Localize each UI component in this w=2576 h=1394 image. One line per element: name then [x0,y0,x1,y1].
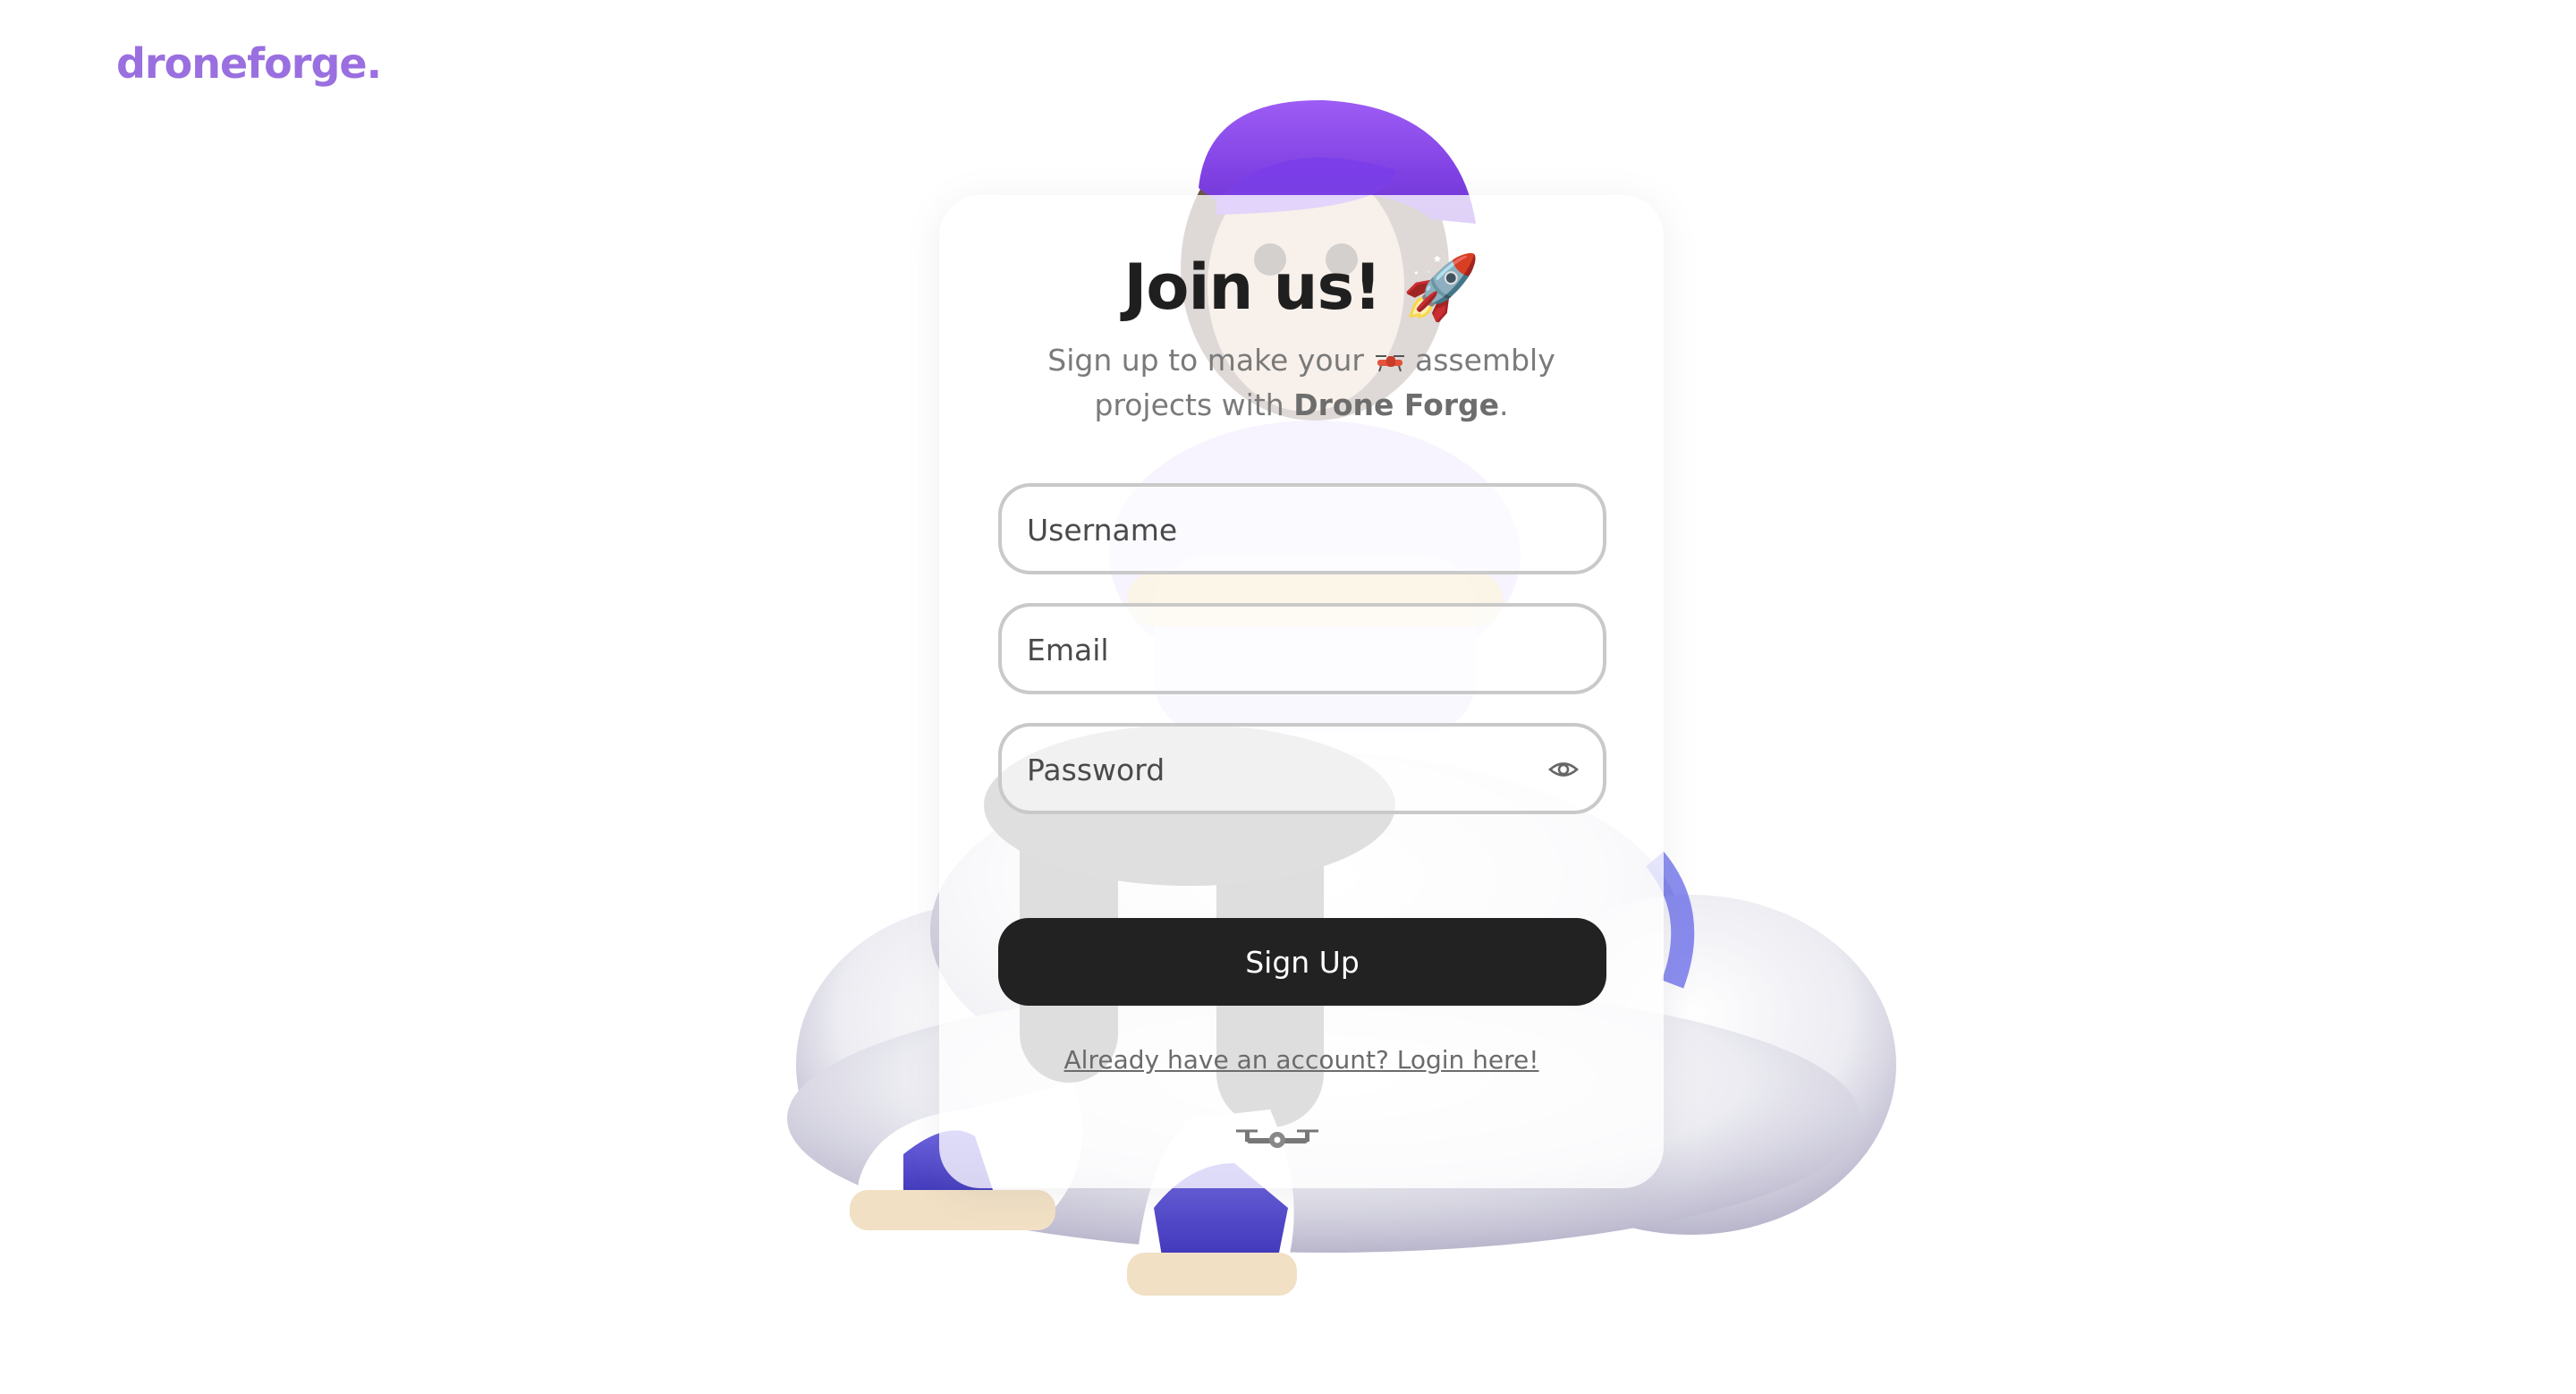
drone-emoji-icon [1375,354,1404,371]
subtitle-text-2: assembly [1415,343,1555,378]
password-input[interactable] [1025,727,1530,812]
username-field[interactable] [998,483,1606,574]
subtitle-end: . [1499,387,1509,422]
drone-icon [1236,1129,1318,1148]
page-subtitle: Sign up to make your assembly projects w… [1029,338,1574,428]
login-link[interactable]: Already have an account? Login here! [939,1045,1664,1075]
subtitle-text-1: Sign up to make your [1047,343,1365,378]
username-input[interactable] [1025,487,1530,573]
signup-card: Join us! 🚀 Sign up to make your assembly… [939,195,1664,1188]
email-input[interactable] [1025,607,1530,693]
subtitle-text-3: projects with [1094,387,1284,422]
email-field[interactable] [998,603,1606,694]
subtitle-brand: Drone Forge [1293,387,1500,422]
eye-icon[interactable] [1547,753,1580,786]
sign-up-button[interactable]: Sign Up [998,918,1606,1006]
password-field[interactable] [998,723,1606,814]
signup-page: droneforge. Join us! 🚀 Sign up to make y… [0,0,2576,1394]
page-title: Join us! 🚀 [1123,251,1479,324]
